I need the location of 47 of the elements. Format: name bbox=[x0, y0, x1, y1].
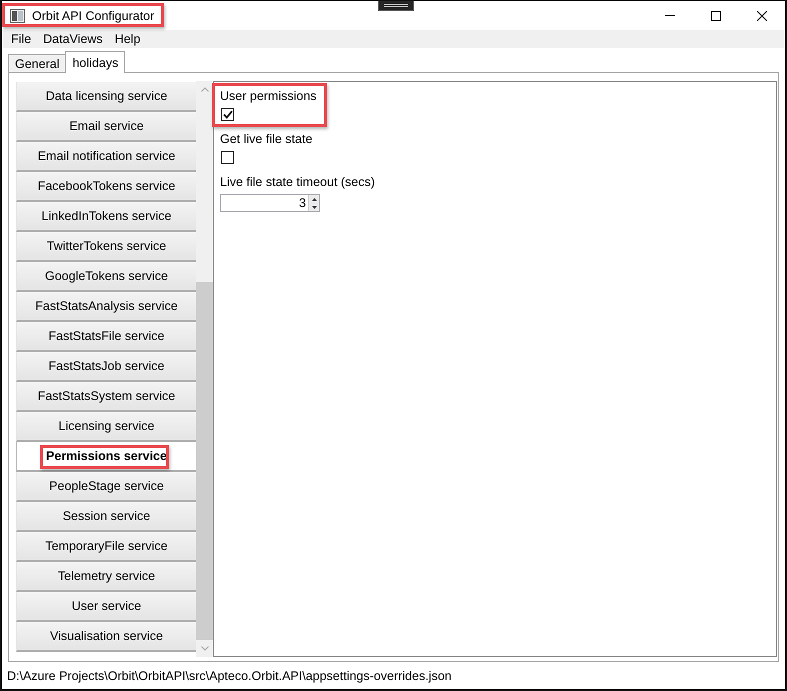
service-button[interactable]: TemporaryFile service bbox=[16, 532, 196, 562]
service-button[interactable]: Telemetry service bbox=[16, 562, 196, 592]
window-title: Orbit API Configurator bbox=[32, 8, 154, 22]
menu-item[interactable]: DataViews bbox=[37, 30, 109, 48]
service-button[interactable]: Visualisation service bbox=[16, 622, 196, 652]
service-button[interactable]: FastStatsAnalysis service bbox=[16, 292, 196, 322]
service-button[interactable]: LinkedInTokens service bbox=[16, 202, 196, 232]
tab[interactable]: holidays bbox=[65, 51, 126, 73]
file-path: D:\Azure Projects\Orbit\OrbitAPI\src\Apteco.Orbit.API\appsettings-overrides.json bbox=[7, 668, 452, 682]
setting-label: Live file state timeout (secs) bbox=[220, 175, 375, 190]
menu-item[interactable]: File bbox=[5, 30, 38, 48]
grip-handle-icon bbox=[378, 1, 414, 11]
service-button[interactable]: User service bbox=[16, 592, 196, 622]
service-button[interactable]: FastStatsSystem service bbox=[16, 382, 196, 412]
menu-item[interactable]: Help bbox=[108, 30, 146, 48]
chevron-up-icon bbox=[200, 87, 208, 92]
service-button[interactable]: FastStatsFile service bbox=[16, 322, 196, 352]
scrollbar-thumb[interactable] bbox=[196, 282, 213, 640]
service-button[interactable]: Email service bbox=[16, 112, 196, 142]
maximize-icon bbox=[711, 10, 721, 20]
checkmark-icon bbox=[222, 110, 232, 119]
spin-down-button[interactable] bbox=[308, 203, 319, 211]
service-button[interactable]: FastStatsJob service bbox=[16, 352, 196, 382]
app-icon bbox=[10, 8, 25, 22]
number-field[interactable]: 3 bbox=[220, 194, 320, 212]
setting-label: Get live file state bbox=[220, 132, 312, 147]
triangle-down-icon bbox=[312, 206, 316, 208]
checkbox[interactable] bbox=[221, 151, 234, 164]
tab[interactable]: General bbox=[8, 54, 66, 72]
checkbox[interactable] bbox=[221, 108, 234, 121]
field-value: 3 bbox=[299, 196, 307, 210]
chevron-down-icon bbox=[200, 646, 208, 651]
service-button[interactable]: FacebookTokens service bbox=[16, 172, 196, 202]
service-button[interactable]: Licensing service bbox=[16, 412, 196, 442]
service-button[interactable]: GoogleTokens service bbox=[16, 262, 196, 292]
close-icon bbox=[757, 10, 767, 20]
scrollbar[interactable] bbox=[196, 81, 213, 657]
setting-label: User permissions bbox=[220, 89, 317, 104]
service-button[interactable]: TwitterTokens service bbox=[16, 232, 196, 262]
service-button[interactable]: Session service bbox=[16, 502, 196, 532]
service-button[interactable]: Email notification service bbox=[16, 142, 196, 172]
service-button[interactable]: PeopleStage service bbox=[16, 472, 196, 502]
triangle-up-icon bbox=[312, 198, 316, 200]
service-button[interactable]: Permissions service bbox=[16, 442, 196, 472]
service-button[interactable]: Data licensing service bbox=[16, 82, 196, 112]
minimize-icon bbox=[665, 15, 675, 16]
spin-up-button[interactable] bbox=[308, 195, 319, 203]
